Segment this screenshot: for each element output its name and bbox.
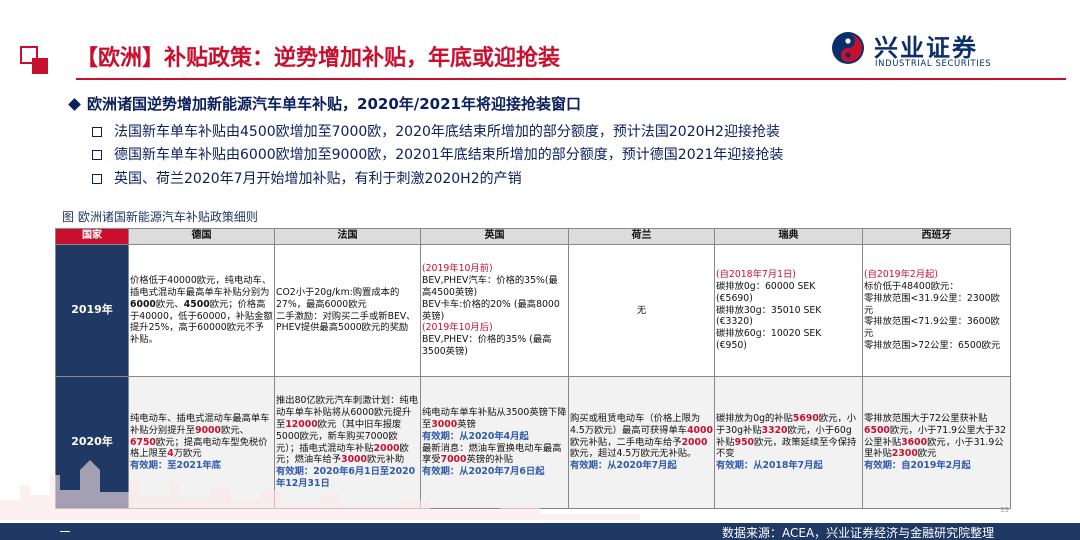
company-logo-icon — [832, 32, 864, 64]
year-label-2019: 2019年 — [55, 244, 129, 377]
sub-bullet-text: 英国、荷兰2020年7月开始增加补贴，有利于刺激2020H2的产销 — [114, 171, 522, 187]
header-netherlands: 荷兰 — [568, 228, 715, 245]
header-country: 国家 — [55, 228, 129, 245]
footer-dash — [60, 531, 70, 532]
title-divider — [76, 78, 1066, 80]
sweden-effective-date: (自2018年7月1日) — [716, 268, 796, 280]
cell-spain-2019: (自2019年2月起) 标价低于48400欧元： 零排放范围<31.9公里：23… — [862, 244, 1011, 377]
sub-bullet-text: 法国新车单车补贴由4500欧增加至7000欧，2020年底结束所增加的部分额度，… — [114, 124, 780, 140]
table-row-2019: 2019年 价格低于40000欧元，纯电动车、插电式混动车最高单车补贴分别为60… — [55, 244, 1011, 377]
square-bullet-icon — [92, 127, 102, 137]
logo-chinese-name: 兴业证券 — [874, 33, 978, 62]
footer-bar: 数据来源：ACEA，兴业证券经济与金融研究院整理 — [0, 523, 1080, 540]
cell-netherlands-2019: 无 — [568, 244, 715, 377]
main-bullet: 欧洲诸国逆势增加新能源汽车单车补贴，2020年/2021年将迎接抢装窗口 — [68, 93, 581, 114]
cell-uk-2019: (2019年10月前) BEV,PHEV汽车：价格的35%(最高4500英镑) … — [420, 244, 569, 377]
sub-bullet: 英国、荷兰2020年7月开始增加补贴，有利于刺激2020H2的产销 — [92, 168, 522, 188]
uk-date-before-oct-2019: (2019年10月前) — [422, 262, 493, 274]
cell-germany-2019: 价格低于40000欧元，纯电动车、插电式混动车最高单车补贴分别为6000欧元、4… — [128, 244, 275, 377]
page-number: 39 — [1000, 506, 1009, 514]
header-uk: 英国 — [420, 228, 569, 245]
cell-france-2019: CO2小于20g/km:购置成本的27%，最高6000欧元 二手激励：对购买二手… — [274, 244, 421, 377]
city-skyline-watermark — [0, 460, 640, 520]
cell-spain-2020: 零排放范围大于72公里获补贴6500欧元，小于71.9公里大于32公里补贴360… — [862, 376, 1011, 509]
sub-bullet: 法国新车单车补贴由4500欧增加至7000欧，2020年底结束所增加的部分额度，… — [92, 121, 780, 141]
logo-english-name: INDUSTRIAL SECURITIES — [875, 59, 992, 69]
cell-sweden-2019: (自2018年7月1日) 碳排放0g：60000 SEK (€5690) 碳排放… — [714, 244, 863, 377]
sub-bullet-text: 德国新车单车补贴由6000欧增加至9000欧，20201年底结束所增加的部分额度… — [114, 147, 784, 163]
header-germany: 德国 — [128, 228, 275, 245]
validity-note: 有效期：自2019年2月起 — [864, 460, 971, 472]
cell-sweden-2020: 碳排放为0g的补贴5690欧元，小于30g补贴3320欧元，小于60g补贴950… — [714, 376, 863, 509]
spain-effective-date: (自2019年2月起) — [864, 268, 939, 280]
sub-bullet: 德国新车单车补贴由6000欧增加至9000欧，20201年底结束所增加的部分额度… — [92, 144, 783, 164]
square-bullet-icon — [92, 174, 102, 184]
page-title: 【欧洲】补贴政策：逆势增加补贴，年底或迎抢装 — [76, 46, 561, 71]
data-source-note: 数据来源：ACEA，兴业证券经济与金融研究院整理 — [722, 526, 995, 540]
header-france: 法国 — [274, 228, 421, 245]
diamond-bullet-icon — [68, 98, 81, 111]
header-spain: 西班牙 — [862, 228, 1011, 245]
validity-note: 有效期：从2018年7月起 — [716, 460, 823, 472]
main-bullet-text: 欧洲诸国逆势增加新能源汽车单车补贴，2020年/2021年将迎接抢装窗口 — [87, 95, 581, 113]
company-logo: 兴业证券 INDUSTRIAL SECURITIES — [830, 28, 1050, 72]
header-sweden: 瑞典 — [714, 228, 863, 245]
uk-date-after-oct-2019: (2019年10月后) — [422, 322, 493, 334]
table-header-row: 国家 德国 法国 英国 荷兰 瑞典 西班牙 — [55, 228, 1011, 245]
square-bullet-icon — [92, 150, 102, 160]
figure-title: 图 欧洲诸国新能源汽车补贴政策细则 — [62, 210, 258, 224]
title-decoration-square-filled — [32, 58, 48, 74]
